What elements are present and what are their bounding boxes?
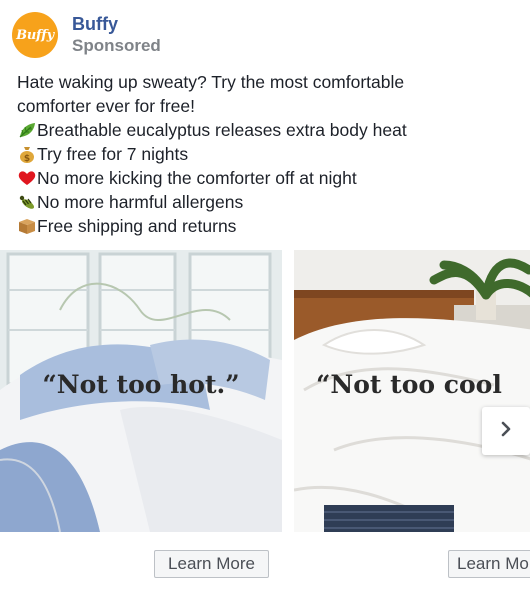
body-line: No more harmful allergens [17, 190, 522, 214]
ad-body-text: Hate waking up sweaty? Try the most comf… [17, 70, 522, 238]
package-icon [17, 216, 37, 236]
avatar-logo-text: Buffy [16, 27, 54, 43]
body-line: $ Try free for 7 nights [17, 142, 522, 166]
body-line-text: Hate waking up sweaty? Try the most comf… [17, 72, 405, 92]
learn-more-button[interactable]: Learn More [448, 550, 530, 578]
money-bag-icon: $ [17, 144, 37, 164]
ad-meta: Buffy Sponsored [72, 13, 161, 57]
body-line: comforter ever for free! [17, 94, 522, 118]
card-quote: “Not too cool [316, 370, 502, 399]
avatar[interactable]: Buffy [12, 12, 58, 58]
carousel-next-button[interactable] [482, 407, 530, 455]
card-quote: “Not too hot.” [42, 370, 240, 399]
body-line-text: Breathable eucalyptus releases extra bod… [37, 120, 407, 140]
bug-icon [17, 192, 37, 212]
page-name-link[interactable]: Buffy [72, 13, 161, 35]
body-line-text: Free shipping and returns [37, 216, 237, 236]
body-line-text: No more harmful allergens [37, 192, 244, 212]
learn-more-button[interactable]: Learn More [154, 550, 269, 578]
body-line: Free shipping and returns [17, 214, 522, 238]
body-line-text: No more kicking the comforter off at nig… [37, 168, 357, 188]
body-line: No more kicking the comforter off at nig… [17, 166, 522, 190]
body-line-text: comforter ever for free! [17, 96, 195, 116]
carousel-card-image[interactable]: “Not too hot.” [0, 250, 282, 532]
sponsored-label[interactable]: Sponsored [72, 35, 161, 57]
body-line-text: Try free for 7 nights [37, 144, 189, 164]
ad-header: Buffy Buffy Sponsored [12, 12, 161, 58]
heart-icon [17, 168, 37, 188]
svg-text:$: $ [24, 154, 30, 164]
carousel: “Not too hot.” “Not too cool Learn More … [0, 250, 530, 608]
carousel-card-image[interactable]: “Not too cool [294, 250, 530, 532]
chevron-right-icon [497, 420, 515, 443]
body-line: Hate waking up sweaty? Try the most comf… [17, 70, 522, 94]
body-line: Breathable eucalyptus releases extra bod… [17, 118, 522, 142]
leaf-icon [17, 120, 37, 140]
